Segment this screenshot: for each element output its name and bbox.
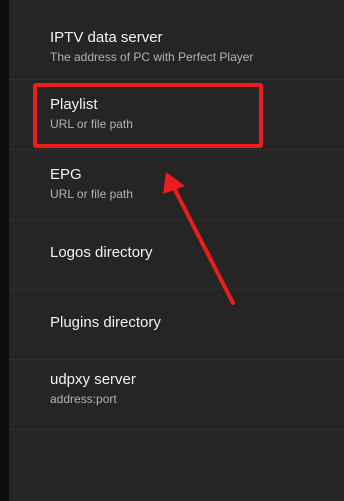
setting-title: IPTV data server xyxy=(50,29,163,46)
setting-title: Plugins directory xyxy=(50,314,161,331)
setting-title: EPG xyxy=(50,166,82,183)
setting-title: udpxy server xyxy=(50,371,136,388)
setting-subtitle: URL or file path xyxy=(50,117,133,131)
setting-logos-directory[interactable]: Logos directory xyxy=(9,220,344,290)
setting-subtitle: The address of PC with Perfect Player xyxy=(50,50,254,64)
left-edge-strip xyxy=(0,0,9,501)
setting-epg[interactable]: EPG URL or file path xyxy=(9,150,344,220)
setting-playlist[interactable]: Playlist URL or file path xyxy=(9,80,344,150)
setting-plugins-directory[interactable]: Plugins directory xyxy=(9,290,344,360)
setting-title: Playlist xyxy=(50,96,98,113)
setting-udpxy-server[interactable]: udpxy server address:port xyxy=(9,360,344,430)
setting-subtitle: URL or file path xyxy=(50,187,133,201)
settings-screen: IPTV data server The address of PC with … xyxy=(0,0,344,501)
settings-list: IPTV data server The address of PC with … xyxy=(9,0,344,501)
setting-title: Logos directory xyxy=(50,244,153,261)
setting-iptv-data-server[interactable]: IPTV data server The address of PC with … xyxy=(9,0,344,80)
setting-subtitle: address:port xyxy=(50,392,117,406)
